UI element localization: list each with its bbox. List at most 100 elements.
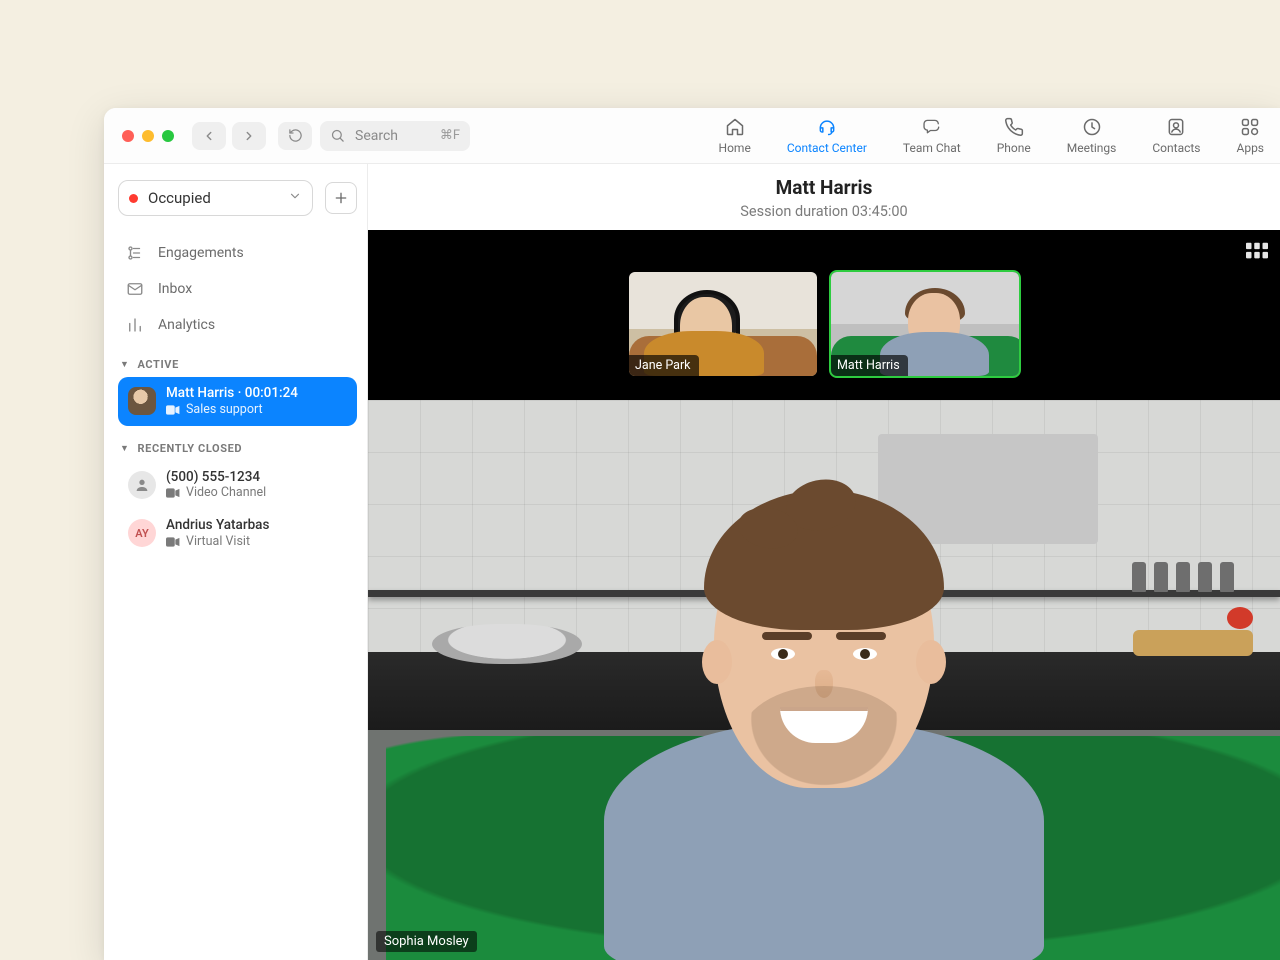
maximize-window-button[interactable] (162, 130, 174, 142)
gallery-view-button[interactable] (1246, 242, 1268, 260)
nav-label: Inbox (158, 281, 192, 297)
search-shortcut: ⌘F (440, 128, 460, 143)
thumbnail-label: Jane Park (629, 355, 699, 376)
forward-button[interactable] (232, 122, 266, 150)
engagement-name: Andrius Yatarbas (166, 517, 269, 534)
titlebar: Search ⌘F Home Contact Center Team Chat … (104, 108, 1280, 164)
sidebar-nav: Engagements Inbox Analytics (118, 236, 357, 342)
nav-label: Phone (997, 141, 1031, 155)
app-window: Search ⌘F Home Contact Center Team Chat … (104, 108, 1280, 960)
call-header: Matt Harris Session duration 03:45:00 (368, 164, 1280, 230)
video-icon (166, 488, 180, 498)
inbox-icon (126, 280, 144, 298)
minimize-window-button[interactable] (142, 130, 154, 142)
section-recent-header[interactable]: ▼ RECENTLY CLOSED (118, 426, 357, 461)
main-video-scene (368, 400, 1280, 960)
app-body: Occupied Engagements Inbox (104, 164, 1280, 960)
nav-label: Team Chat (903, 141, 961, 155)
search-placeholder: Search (355, 128, 430, 144)
refresh-button[interactable] (278, 122, 312, 150)
engagement-sub: Virtual Visit (166, 534, 269, 550)
apps-icon (1239, 117, 1261, 137)
sidebar-item-engagements[interactable]: Engagements (118, 236, 357, 270)
thumbnail-label: Matt Harris (831, 355, 908, 376)
chevron-down-icon (288, 189, 302, 207)
clock-icon (1081, 117, 1103, 137)
search-icon (330, 128, 345, 143)
speaker-label: Sophia Mosley (376, 931, 477, 952)
nav-phone[interactable]: Phone (997, 117, 1031, 155)
avatar (128, 471, 156, 499)
chat-icon (921, 117, 943, 137)
new-engagement-button[interactable] (325, 182, 357, 214)
sidebar-item-analytics[interactable]: Analytics (118, 308, 357, 342)
engagement-lines: Andrius Yatarbas Virtual Visit (166, 517, 269, 550)
nav-label: Engagements (158, 245, 244, 261)
nav-contacts[interactable]: Contacts (1152, 117, 1200, 155)
status-row: Occupied (118, 180, 357, 216)
person-icon (134, 477, 150, 493)
nav-home[interactable]: Home (719, 117, 751, 155)
video-icon (166, 537, 180, 547)
chevron-right-icon (242, 129, 256, 143)
engagement-channel: Virtual Visit (186, 534, 250, 550)
home-icon (724, 117, 746, 137)
grid-icon (1246, 242, 1268, 260)
engagement-item-active[interactable]: Matt Harris · 00:01:24 Sales support (118, 377, 357, 426)
video-icon (166, 405, 180, 415)
avatar (128, 387, 156, 415)
engagements-icon (126, 244, 144, 262)
nav-apps[interactable]: Apps (1237, 117, 1265, 155)
window-controls (122, 130, 174, 142)
status-label: Occupied (148, 189, 211, 207)
section-label: ACTIVE (138, 358, 179, 371)
main-panel: Matt Harris Session duration 03:45:00 Ja… (368, 164, 1280, 960)
video-thumbnail[interactable]: Jane Park (629, 272, 817, 376)
caret-down-icon: ▼ (120, 443, 130, 454)
nav-label: Contacts (1152, 141, 1200, 155)
engagement-item-recent[interactable]: AY Andrius Yatarbas Virtual Visit (118, 509, 357, 558)
caret-down-icon: ▼ (120, 359, 130, 370)
engagement-title: Matt Harris · 00:01:24 (166, 385, 298, 402)
nav-team-chat[interactable]: Team Chat (903, 117, 961, 155)
engagement-item-recent[interactable]: (500) 555-1234 Video Channel (118, 461, 357, 510)
video-thumbnail[interactable]: Matt Harris (831, 272, 1019, 376)
engagement-name: (500) 555-1234 (166, 469, 266, 486)
engagement-name: Matt Harris (166, 385, 234, 401)
nav-label: Home (719, 141, 751, 155)
nav-label: Meetings (1067, 141, 1117, 155)
avatar: AY (128, 519, 156, 547)
history-nav (192, 122, 266, 150)
session-duration: Session duration 03:45:00 (368, 203, 1280, 220)
engagement-timer: 00:01:24 (245, 385, 298, 401)
top-nav: Home Contact Center Team Chat Phone Meet… (719, 117, 1280, 155)
status-dot-icon (129, 194, 138, 203)
search-input[interactable]: Search ⌘F (320, 121, 470, 151)
chevron-left-icon (202, 129, 216, 143)
agent-status-dropdown[interactable]: Occupied (118, 180, 313, 216)
plus-icon (333, 190, 349, 206)
video-filmstrip: Jane Park Matt Harris (629, 272, 1019, 376)
engagement-channel: Video Channel (186, 485, 266, 501)
engagement-lines: Matt Harris · 00:01:24 Sales support (166, 385, 298, 418)
nav-label: Analytics (158, 317, 215, 333)
contact-name: Matt Harris (368, 176, 1280, 199)
headset-icon (816, 117, 838, 137)
engagement-lines: (500) 555-1234 Video Channel (166, 469, 266, 502)
nav-meetings[interactable]: Meetings (1067, 117, 1117, 155)
nav-label: Contact Center (787, 141, 867, 155)
nav-label: Apps (1237, 141, 1265, 155)
section-active-header[interactable]: ▼ ACTIVE (118, 342, 357, 377)
sidebar-item-inbox[interactable]: Inbox (118, 272, 357, 306)
engagement-channel: Sales support (186, 402, 263, 418)
main-video[interactable]: Sophia Mosley (368, 400, 1280, 960)
refresh-icon (288, 128, 303, 143)
close-window-button[interactable] (122, 130, 134, 142)
section-label: RECENTLY CLOSED (138, 442, 243, 455)
nav-contact-center[interactable]: Contact Center (787, 117, 867, 155)
back-button[interactable] (192, 122, 226, 150)
phone-icon (1003, 117, 1025, 137)
dot-separator: · (238, 385, 245, 401)
person-icon (1165, 117, 1187, 137)
analytics-icon (126, 316, 144, 334)
